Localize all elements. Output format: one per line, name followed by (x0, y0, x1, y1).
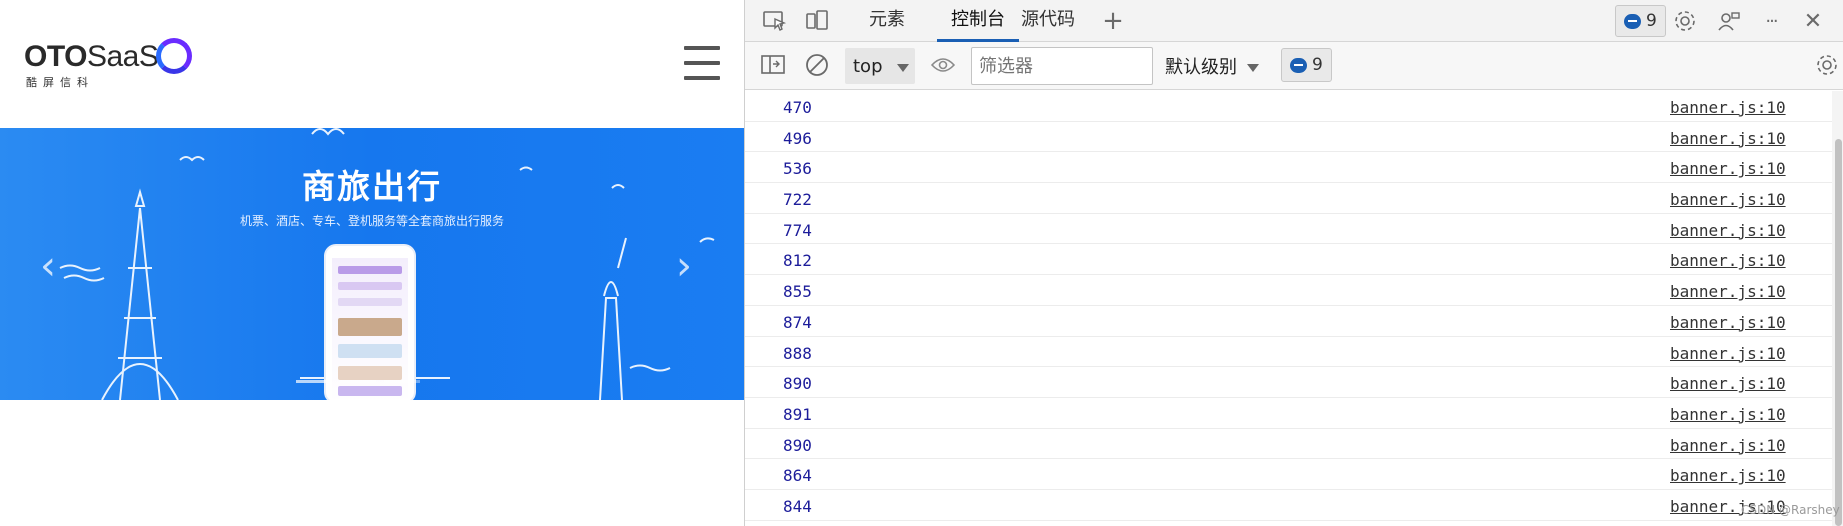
source-link[interactable]: banner.js:10 (1670, 374, 1786, 393)
website-viewport: OTOSaaS 酷屏信科 商旅出行 机票、酒店、专车、登机服务等全套商旅出行服务… (0, 0, 744, 526)
message-bubble-icon (1624, 13, 1641, 29)
site-logo[interactable]: OTOSaaS 酷屏信科 (24, 38, 192, 90)
banner-subtitle: 机票、酒店、专车、登机服务等全套商旅出行服务 (239, 214, 504, 228)
log-value: 891 (783, 404, 812, 424)
source-link[interactable]: banner.js:10 (1670, 436, 1786, 455)
source-link[interactable]: banner.js:10 (1670, 405, 1786, 424)
phone-mockup (324, 244, 416, 400)
console-log-row: 496 banner.js:10 (745, 122, 1832, 153)
console-log-row: 844 banner.js:10 (745, 490, 1832, 521)
console-log-row: 536 banner.js:10 (745, 152, 1832, 184)
hero-banner: 商旅出行 机票、酒店、专车、登机服务等全套商旅出行服务 ‹ › (0, 128, 744, 400)
customize-icon[interactable] (1715, 8, 1743, 34)
chevron-down-icon (1247, 56, 1259, 77)
console-log-row: 864 banner.js:10 (745, 459, 1832, 490)
source-link[interactable]: banner.js:10 (1670, 466, 1786, 485)
log-value: 844 (783, 496, 812, 516)
logo-ring-icon (156, 38, 192, 74)
toolbar-messages-badge[interactable]: 9 (1281, 48, 1332, 82)
carousel-dot[interactable] (296, 380, 332, 383)
tab-elements[interactable]: 元素 (869, 0, 905, 42)
carousel-dot[interactable] (384, 380, 420, 383)
console-log-row: 874 banner.js:10 (745, 306, 1832, 337)
log-value: 536 (783, 159, 812, 179)
log-level-dropdown[interactable]: 默认级别 (1165, 48, 1259, 84)
source-link[interactable]: banner.js:10 (1670, 159, 1786, 178)
source-link[interactable]: banner.js:10 (1670, 129, 1786, 148)
console-log-row: 891 banner.js:10 (745, 398, 1832, 429)
sidebar-toggle-icon[interactable] (759, 52, 787, 78)
source-link[interactable]: banner.js:10 (1670, 282, 1786, 301)
console-filter-input[interactable] (971, 47, 1153, 85)
screen: OTOSaaS 酷屏信科 商旅出行 机票、酒店、专车、登机服务等全套商旅出行服务… (0, 0, 1843, 526)
console-log-row: 888 banner.js:10 (745, 337, 1832, 368)
devtools-panel: 元素 控制台 源代码 + 9 ··· ✕ top 筛选器 默认级别 9 470 … (744, 0, 1843, 526)
tab-sources[interactable]: 源代码 (1021, 0, 1075, 42)
console-log-row: 722 banner.js:10 (745, 183, 1832, 214)
log-value: 855 (783, 282, 812, 302)
site-header: OTOSaaS 酷屏信科 (0, 0, 744, 128)
console-output: 470 banner.js:10 496 banner.js:10 536 banner.… (745, 91, 1832, 526)
source-link[interactable]: banner.js:10 (1670, 251, 1786, 270)
menu-icon[interactable] (684, 46, 720, 80)
carousel-dot[interactable] (340, 380, 376, 383)
source-link[interactable]: banner.js:10 (1670, 221, 1786, 240)
banner-title: 商旅出行 (302, 167, 442, 206)
log-value: 496 (783, 128, 812, 148)
logo-subtitle: 酷屏信科 (26, 76, 94, 89)
message-bubble-icon (1290, 57, 1307, 73)
context-selector[interactable]: top (845, 48, 915, 84)
inspect-element-icon[interactable] (761, 8, 789, 34)
source-link[interactable]: banner.js:10 (1670, 98, 1786, 117)
log-value: 890 (783, 435, 812, 455)
console-log-row: 470 banner.js:10 (745, 91, 1832, 122)
chevron-down-icon (896, 56, 909, 77)
scrollbar-thumb[interactable] (1835, 139, 1842, 526)
source-link[interactable]: banner.js:10 (1670, 313, 1786, 332)
source-link[interactable]: banner.js:10 (1670, 344, 1786, 363)
logo-text: OTOSaaS (24, 40, 159, 73)
settings-gear-icon[interactable] (1671, 8, 1699, 34)
log-value: 470 (783, 98, 812, 117)
banner-next-arrow-icon[interactable]: › (676, 246, 692, 286)
console-scrollbar[interactable] (1832, 91, 1843, 526)
source-link[interactable]: banner.js:10 (1670, 190, 1786, 209)
log-value: 722 (783, 190, 812, 210)
console-toolbar: top 默认级别 9 (745, 42, 1843, 90)
console-log-row: 812 banner.js:10 (745, 244, 1832, 276)
log-value: 774 (783, 220, 812, 240)
close-devtools-icon[interactable]: ✕ (1799, 8, 1827, 34)
console-settings-gear-icon[interactable] (1813, 52, 1841, 78)
clear-console-icon[interactable] (803, 52, 831, 78)
messages-badge[interactable]: 9 (1615, 5, 1666, 37)
watermark: CSDN @Rarshey (1741, 503, 1840, 517)
console-log-row: 774 banner.js:10 (745, 214, 1832, 245)
more-options-icon[interactable]: ··· (1757, 8, 1785, 34)
banner-prev-arrow-icon[interactable]: ‹ (40, 246, 56, 286)
console-log-row: 890 banner.js:10 (745, 367, 1832, 398)
console-log-row: 890 banner.js:10 (745, 429, 1832, 460)
devtools-tab-bar: 元素 控制台 源代码 + 9 ··· ✕ (745, 0, 1843, 42)
log-value: 812 (783, 251, 812, 271)
add-tab-icon[interactable]: + (1099, 6, 1127, 36)
log-value: 874 (783, 312, 812, 332)
log-value: 888 (783, 343, 812, 363)
log-value: 864 (783, 466, 812, 486)
device-emulation-icon[interactable] (803, 8, 831, 34)
live-expression-eye-icon[interactable] (929, 52, 957, 78)
log-value: 890 (783, 374, 812, 394)
tab-console[interactable]: 控制台 (937, 0, 1019, 42)
console-log-row: 855 banner.js:10 (745, 275, 1832, 306)
